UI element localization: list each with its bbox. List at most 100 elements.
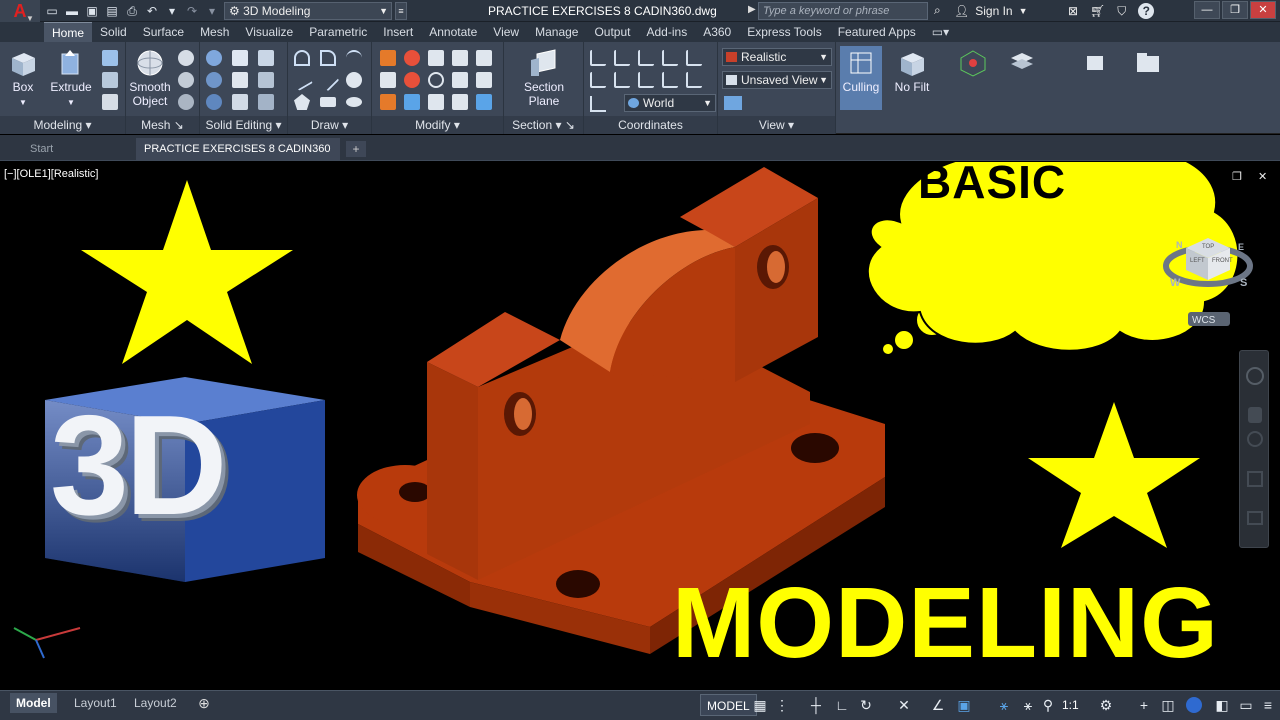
ucs-face-icon[interactable] [614,72,630,88]
redo-dropdown-icon[interactable]: ▾ [204,3,220,19]
ribbon-options-icon[interactable]: ▭▾ [924,22,957,42]
redo-icon[interactable]: ↷ [184,3,200,19]
search-input[interactable]: Type a keyword or phrase [758,2,928,20]
groups-button[interactable] [1078,48,1114,80]
a360-icon[interactable]: ⛉ [1117,0,1126,22]
tab-output[interactable]: Output [586,22,638,42]
ucs-icon[interactable] [102,94,118,110]
smooth-less-icon[interactable] [178,72,194,88]
smooth-object-button[interactable]: Smooth Object [128,48,172,108]
cart-icon[interactable]: 🛒︎ [1090,0,1105,22]
clean-screen-icon[interactable]: ◧ [1214,697,1230,713]
move-icon[interactable] [428,50,444,66]
selection-cycling-icon[interactable]: ▣ [956,697,972,713]
layout-tab-layout1[interactable]: Layout1 [68,693,123,713]
maximize-viewport-icon[interactable]: ❐ [1232,170,1242,183]
explode-icon[interactable] [380,94,396,110]
save-as-icon[interactable]: ▤ [104,3,120,19]
panel-label-modeling[interactable]: Modeling ▾ [0,116,125,134]
tab-solid[interactable]: Solid [92,22,135,42]
undo-dropdown-icon[interactable]: ▾ [164,3,180,19]
close-icon[interactable]: ✕ [1250,1,1276,19]
presspull-icon[interactable] [102,50,118,66]
arc-icon[interactable] [346,50,362,66]
copy-icon[interactable] [452,72,468,88]
polygon-icon[interactable] [294,94,310,110]
chamfer-icon[interactable] [476,72,492,88]
fillet-icon[interactable] [380,72,396,88]
new-icon[interactable]: ▭ [44,3,60,19]
open-icon[interactable]: ▬ [64,3,80,19]
search-expand-icon[interactable]: ▶ [748,4,756,15]
view-manager-button[interactable] [1128,48,1168,80]
panel-label-draw[interactable]: Draw ▾ [288,116,371,134]
smooth-more-icon[interactable] [178,50,194,66]
tab-manage[interactable]: Manage [527,22,586,42]
gizmo-button[interactable] [956,48,990,80]
ucs-named-icon[interactable] [590,96,606,112]
ucs-world-icon[interactable] [590,50,606,66]
ucs-3point-icon[interactable] [662,50,678,66]
3d-move-icon[interactable] [404,50,420,66]
extract-edges-icon[interactable] [258,72,274,88]
construction-line-icon[interactable] [316,68,340,92]
file-tab-start[interactable]: Start [22,138,134,160]
workspace-switch-icon[interactable]: ⚙ [1098,697,1114,713]
viewport-config-icon[interactable] [724,96,742,110]
array-icon[interactable] [476,50,492,66]
tab-home[interactable]: Home [44,22,93,42]
line-icon[interactable] [320,50,336,66]
polar-tracking-icon[interactable]: ↻ [858,697,874,713]
slice-icon[interactable] [232,94,248,110]
model-space-button[interactable]: MODEL [700,694,757,716]
new-layout-button[interactable]: ⊕ [196,695,212,711]
polyline-icon[interactable] [294,50,310,66]
mirror-icon[interactable] [428,94,444,110]
ortho-icon[interactable]: ∟ [834,697,850,713]
panel-label-view[interactable]: View ▾ [718,116,835,134]
ellipse-icon[interactable] [346,97,362,107]
restore-icon[interactable]: ❐ [1222,1,1248,19]
rotate-icon[interactable] [428,72,444,88]
ucs-combo[interactable]: World ▼ [624,94,716,112]
help-icon[interactable]: ? [1138,3,1155,19]
tab-add-ins[interactable]: Add-ins [639,22,696,42]
offset-icon[interactable] [452,50,468,66]
minimize-icon[interactable]: — [1194,1,1220,19]
union-icon[interactable] [206,50,222,66]
tab-a360[interactable]: A360 [695,22,739,42]
box-button[interactable]: Box ▼ [6,48,40,110]
tab-visualize[interactable]: Visualize [237,22,301,42]
layers-button[interactable] [1004,48,1040,80]
search-icon[interactable]: ⌕ [934,3,941,18]
signin-button[interactable]: 👤︎ Sign In ▼ [954,0,1028,22]
spline-icon[interactable] [291,69,313,91]
tab-view[interactable]: View [485,22,527,42]
shell-icon[interactable] [258,94,274,110]
annotation-visibility-icon[interactable]: ⚹ [996,697,1012,713]
plot-icon[interactable]: ⎙ [124,3,140,19]
culling-button[interactable]: Culling [840,46,882,110]
tab-surface[interactable]: Surface [135,22,192,42]
plus-icon[interactable]: + [1136,697,1152,713]
refine-mesh-icon[interactable] [178,94,194,110]
ucs-object-icon[interactable] [662,72,678,88]
orbit-icon[interactable] [1247,471,1263,487]
subtract-icon[interactable] [206,72,222,88]
3d-rotate-icon[interactable] [404,72,420,88]
ucs-origin-icon[interactable] [614,50,630,66]
panel-label-solid-editing[interactable]: Solid Editing ▾ [200,116,287,134]
object-snap-icon[interactable]: ✕ [896,697,912,713]
steering-wheel-icon[interactable] [1246,367,1264,385]
ucs-previous-icon[interactable] [590,72,606,88]
ucs-x-icon[interactable] [638,50,654,66]
undo-icon[interactable]: ↶ [144,3,160,19]
snap-icon[interactable]: ⋮ [774,697,790,713]
tab-insert[interactable]: Insert [375,22,421,42]
layout-tab-model[interactable]: Model [10,693,57,713]
zoom-icon[interactable] [1247,431,1263,447]
tab-mesh[interactable]: Mesh [192,22,237,42]
scale-selector[interactable]: 1:1 [1062,694,1079,716]
align-icon[interactable] [452,94,468,110]
panel-label-modify[interactable]: Modify ▾ [372,116,503,134]
